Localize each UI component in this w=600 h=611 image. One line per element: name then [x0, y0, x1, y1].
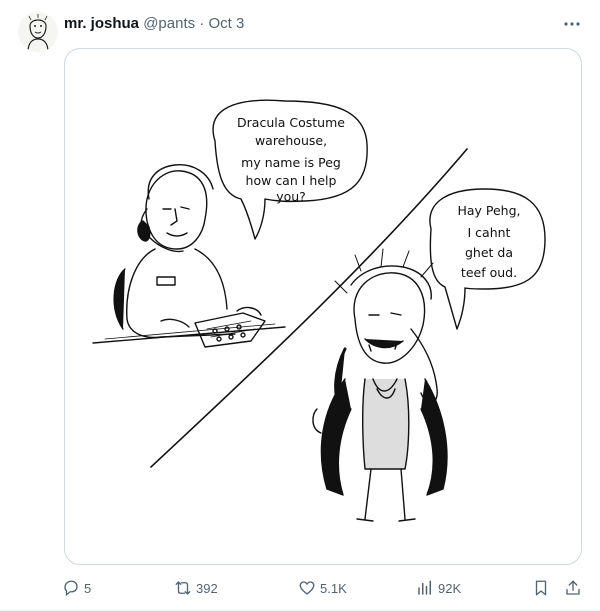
bubble-right-line-1: Hay Pehg,	[457, 203, 520, 218]
reply-count: 5	[84, 580, 92, 596]
author-name[interactable]: mr. joshua	[64, 15, 139, 32]
share-button[interactable]	[564, 576, 582, 600]
views-chart-icon	[418, 580, 431, 595]
action-bar: 5 392 5.1K 92K	[60, 576, 590, 600]
reply-icon	[64, 580, 78, 597]
like-button[interactable]: 5.1K	[298, 576, 347, 600]
views-button[interactable]: 92K	[416, 576, 461, 600]
share-icon	[566, 580, 580, 595]
tweet-header: mr. joshua @pants · Oct 3	[64, 14, 244, 34]
like-count: 5.1K	[320, 580, 347, 596]
bubble-left-line-2: warehouse,	[255, 133, 327, 148]
views-count: 92K	[438, 580, 462, 596]
bubble-left-line-5: you?	[276, 189, 306, 204]
retweet-count: 392	[196, 580, 218, 596]
comic-drawing: Dracula Costume warehouse, my name is Pe…	[92, 99, 546, 522]
tweet-image[interactable]: Dracula Costume warehouse, my name is Pe…	[64, 48, 582, 565]
bookmark-icon	[535, 580, 547, 596]
bubble-right-line-2: I cahnt	[468, 225, 511, 240]
author-handle[interactable]: @pants	[143, 15, 195, 32]
bubble-left-line-4: how can I help	[246, 173, 337, 188]
bubble-right-line-4: teef oud.	[461, 265, 517, 280]
bubble-left-line-1: Dracula Costume	[237, 115, 345, 130]
avatar-drawing	[27, 14, 49, 52]
tweet-date[interactable]: Oct 3	[208, 15, 244, 32]
tweet: mr. joshua @pants · Oct 3 Dracula Costum…	[0, 0, 600, 611]
header-separator: ·	[199, 15, 205, 32]
bubble-right-line-3: ghet da	[465, 245, 513, 260]
bubble-left-line-3: my name is Peg	[241, 155, 341, 170]
retweet-button[interactable]: 392	[174, 576, 218, 600]
more-dots-icon[interactable]	[560, 12, 584, 36]
bookmark-button[interactable]	[532, 576, 550, 600]
avatar[interactable]	[18, 12, 58, 52]
heart-icon	[299, 581, 315, 595]
retweet-icon	[175, 581, 191, 595]
reply-button[interactable]: 5	[62, 576, 91, 600]
